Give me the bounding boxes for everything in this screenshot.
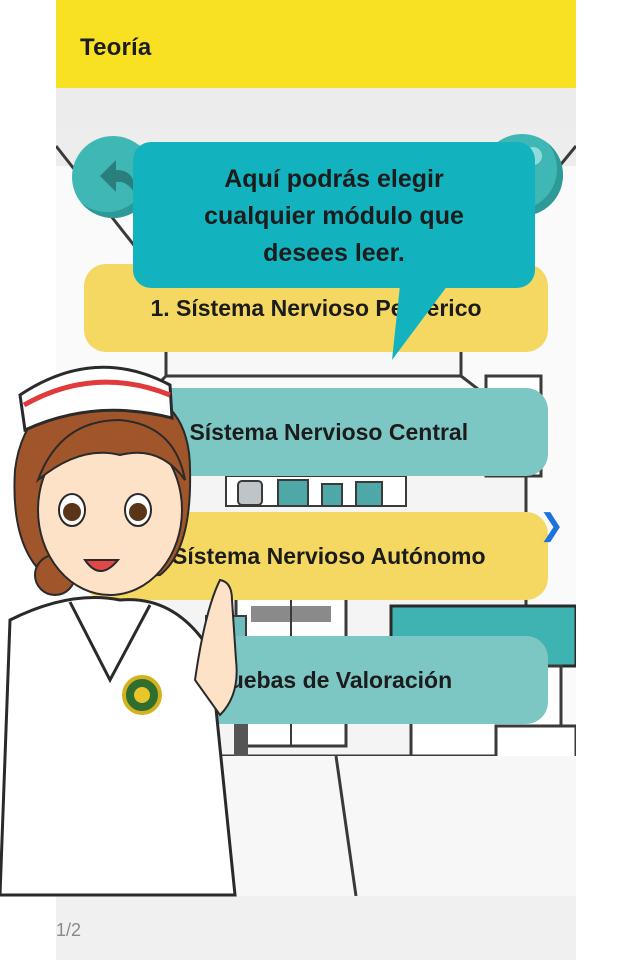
content-top-strip: [56, 88, 576, 126]
module-item-label: 1. Sístema Nervioso Periférico: [150, 294, 482, 321]
app-bar: Teoría: [56, 0, 576, 88]
page-indicator: 1/2: [56, 920, 82, 940]
footer-bar: 1/2: [56, 896, 576, 960]
tooltip-line: desees leer.: [263, 238, 405, 267]
next-page-button[interactable]: ❯: [539, 508, 564, 543]
app-bar-title: Teoría: [80, 34, 152, 61]
nurse-character-illustration: [0, 365, 238, 897]
tooltip-bubble: Aquí podrás elegir cualquier módulo que …: [133, 142, 535, 288]
tooltip-line: cualquier módulo que: [204, 201, 464, 230]
tooltip-line: Aquí podrás elegir: [224, 164, 444, 193]
chevron-right-icon: ❯: [539, 509, 565, 542]
tooltip-text: Aquí podrás elegir cualquier módulo que …: [204, 161, 464, 272]
